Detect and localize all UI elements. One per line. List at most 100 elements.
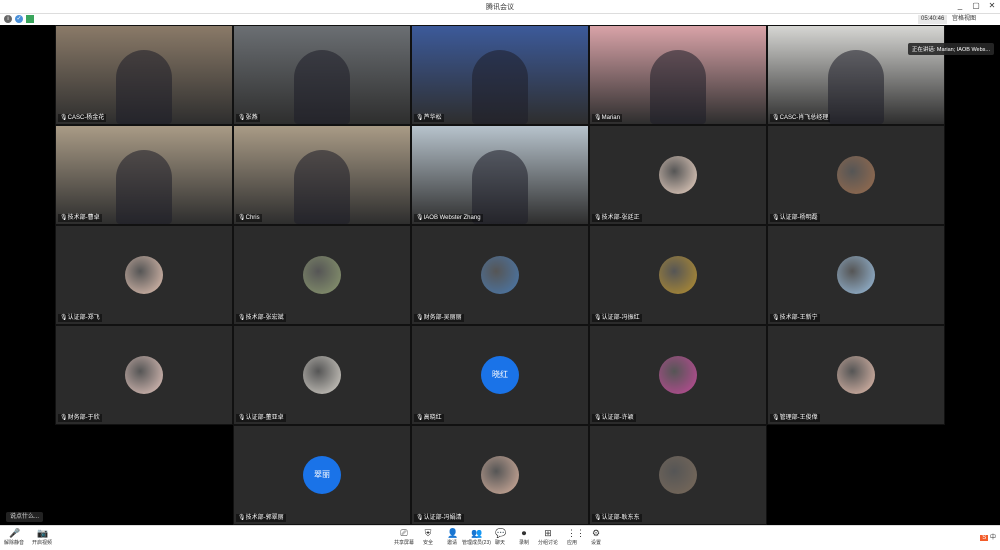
title-bar: 腾讯会议 _ ▢ ✕ <box>0 0 1000 14</box>
settings-icon: ⚙ <box>591 528 601 538</box>
participant-name: 🎙高晓红 <box>414 414 444 422</box>
participant-name: 🎙认证部-耿东东 <box>592 514 642 522</box>
participant-name: 🎙认证部-冯振红 <box>592 314 642 322</box>
maximize-button[interactable]: ▢ <box>970 1 982 10</box>
participant-tile[interactable]: 🎙认证部-许颖 <box>589 325 767 425</box>
participant-name: 🎙财务部-于欣 <box>58 414 102 422</box>
participant-tile[interactable]: 🎙认证部-耿东东 <box>589 425 767 525</box>
avatar <box>303 256 341 294</box>
participant-tile[interactable]: 🎙技术部-曹卓 <box>55 125 233 225</box>
members-icon: 👥 <box>471 528 483 538</box>
participant-tile[interactable]: 🎙Chris <box>233 125 411 225</box>
participant-tile[interactable]: 🎙张燕 <box>233 25 411 125</box>
toolbar-button[interactable]: ⚙ 设置 <box>582 528 610 546</box>
participant-video <box>650 50 706 124</box>
participant-video <box>116 150 172 224</box>
participant-video <box>472 50 528 124</box>
meeting-toolbar: S 中 🎤 解除静音 📷 开启视频 ⎚ 共享屏幕 ⛨ 安全 👤 邀请 👥 管理成员(23) 💬 聊天 ⏺ 录制… <box>0 525 1000 550</box>
participant-name: 🎙认证部-许颖 <box>592 414 636 422</box>
participant-name: 🎙认证部-郑飞 <box>58 314 102 322</box>
participant-name: 🎙CASC-杨金花 <box>58 114 107 122</box>
participant-tile[interactable]: 🎙技术部-王新宁 <box>767 225 945 325</box>
camera-off-icon: 📷 <box>37 528 49 538</box>
view-mode-button[interactable]: 宫格视图 <box>952 15 976 24</box>
participant-tile[interactable]: 翠丽 🎙技术部-郭翠丽 <box>233 425 411 525</box>
participant-tile[interactable]: 🎙IAOB Webster Zhang <box>411 125 589 225</box>
avatar <box>481 456 519 494</box>
breakout-icon: ⊞ <box>544 528 552 538</box>
participant-tile[interactable]: 🎙认证部-郑飞 <box>55 225 233 325</box>
share-screen-icon: ⎚ <box>400 528 408 538</box>
invite-icon: 👤 <box>447 528 459 538</box>
participant-tile[interactable]: 🎙Marian <box>589 25 767 125</box>
record-icon: ⏺ <box>521 528 527 538</box>
shield-icon[interactable]: ✓ <box>15 15 23 23</box>
avatar <box>837 156 875 194</box>
meeting-info-bar: i ✓ 05:40:46 宫格视图 <box>0 14 1000 25</box>
ime-icon[interactable]: S <box>980 535 989 541</box>
avatar <box>837 356 875 394</box>
participant-tile[interactable]: 🎙认证部-冯娟清 <box>411 425 589 525</box>
participant-name: 🎙技术部-张宏斌 <box>236 314 286 322</box>
avatar: 翠丽 <box>303 456 341 494</box>
minimize-button[interactable]: _ <box>954 1 966 10</box>
avatar <box>303 356 341 394</box>
participant-tile[interactable]: 🎙CASC-杨金花 <box>55 25 233 125</box>
participant-video <box>116 50 172 124</box>
signal-icon[interactable] <box>26 15 34 23</box>
participant-tile[interactable]: 🎙芦华松 <box>411 25 589 125</box>
avatar <box>481 256 519 294</box>
chat-input-pill[interactable]: 说点什么... <box>6 512 44 522</box>
participant-video <box>294 150 350 224</box>
participant-name: 🎙技术部-曹卓 <box>58 214 102 222</box>
toolbar-button[interactable]: 🎤 解除静音 <box>0 528 28 546</box>
participant-name: 🎙IAOB Webster Zhang <box>414 214 483 222</box>
participant-name: 🎙CASC-肖飞总经理 <box>770 114 831 122</box>
participant-name: 🎙技术部-张廷正 <box>592 214 642 222</box>
toolbar-button-label: 开启视频 <box>31 540 52 546</box>
participant-tile[interactable]: 晓红 🎙高晓红 <box>411 325 589 425</box>
participant-name: 🎙管理部-王俊偉 <box>770 414 820 422</box>
participant-name: 🎙认证部-冯娟清 <box>414 514 464 522</box>
participant-name: 🎙认证部-董亚卓 <box>236 414 286 422</box>
participant-video <box>828 50 884 124</box>
participant-name: 🎙张燕 <box>236 114 260 122</box>
system-tray: S 中 <box>980 532 996 541</box>
participant-tile[interactable]: 🎙财务部-于欣 <box>55 325 233 425</box>
info-icon[interactable]: i <box>4 15 12 23</box>
participant-name: 🎙财务部-吴丽丽 <box>414 314 464 322</box>
participant-name: 🎙Chris <box>236 214 262 222</box>
avatar <box>659 356 697 394</box>
toolbar-button-label: 解除静音 <box>3 540 24 546</box>
video-grid: 🎙认证部-耿东东 🎙认证部-冯娟清 翠丽 🎙技术部-郭翠丽 🎙管理部-王俊偉 🎙认证部-许… <box>0 25 1000 525</box>
window-title: 腾讯会议 <box>486 4 514 11</box>
close-button[interactable]: ✕ <box>986 1 998 10</box>
toolbar-button[interactable]: 📷 开启视频 <box>28 528 56 546</box>
participant-video <box>294 50 350 124</box>
participant-tile[interactable]: 🎙认证部-冯振红 <box>589 225 767 325</box>
participant-tile[interactable]: 🎙认证部-杨明磊 <box>767 125 945 225</box>
meeting-timer: 05:40:46 <box>918 15 948 24</box>
participant-tile[interactable]: 🎙技术部-张宏斌 <box>233 225 411 325</box>
avatar <box>125 256 163 294</box>
chat-icon: 💬 <box>495 528 507 538</box>
participant-name: 🎙芦华松 <box>414 114 444 122</box>
ime-mode-label[interactable]: 中 <box>990 535 996 541</box>
avatar: 晓红 <box>481 356 519 394</box>
participant-tile[interactable]: 🎙技术部-张廷正 <box>589 125 767 225</box>
avatar <box>659 456 697 494</box>
participant-name: 🎙技术部-郭翠丽 <box>236 514 286 522</box>
participant-tile[interactable]: 🎙管理部-王俊偉 <box>767 325 945 425</box>
avatar <box>659 156 697 194</box>
avatar <box>837 256 875 294</box>
participant-tile[interactable]: 🎙认证部-董亚卓 <box>233 325 411 425</box>
avatar <box>659 256 697 294</box>
toolbar-button-label: 设置 <box>590 540 601 546</box>
mic-muted-icon: 🎤 <box>9 528 21 538</box>
participant-tile[interactable]: 🎙财务部-吴丽丽 <box>411 225 589 325</box>
participant-video <box>472 150 528 224</box>
shield-icon: ⛨ <box>424 528 432 538</box>
participant-tile[interactable]: 🎙CASC-肖飞总经理 <box>767 25 945 125</box>
avatar <box>125 356 163 394</box>
participant-name: 🎙技术部-王新宁 <box>770 314 820 322</box>
